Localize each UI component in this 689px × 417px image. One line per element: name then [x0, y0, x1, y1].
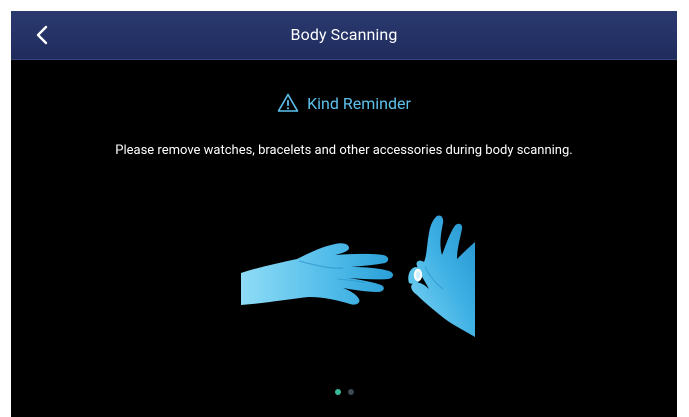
left-hand	[241, 243, 394, 305]
kind-reminder: Kind Reminder	[11, 91, 677, 115]
hands-illustration	[241, 215, 475, 337]
instruction-message: Please remove watches, bracelets and oth…	[115, 143, 573, 158]
warning-triangle-icon	[277, 93, 299, 112]
reminder-title: Kind Reminder	[307, 93, 411, 113]
chevron-left-icon	[36, 25, 48, 45]
page-dot-1[interactable]	[334, 389, 341, 395]
page-dot-2[interactable]	[347, 389, 354, 395]
right-hand	[408, 215, 475, 337]
page-indicator	[11, 389, 677, 397]
header-bar: Body Scanning	[11, 11, 677, 60]
back-button[interactable]	[29, 21, 57, 49]
page-title: Body Scanning	[290, 25, 398, 44]
body-scanning-screen: Body Scanning Kind Reminder Please remov…	[11, 11, 677, 417]
